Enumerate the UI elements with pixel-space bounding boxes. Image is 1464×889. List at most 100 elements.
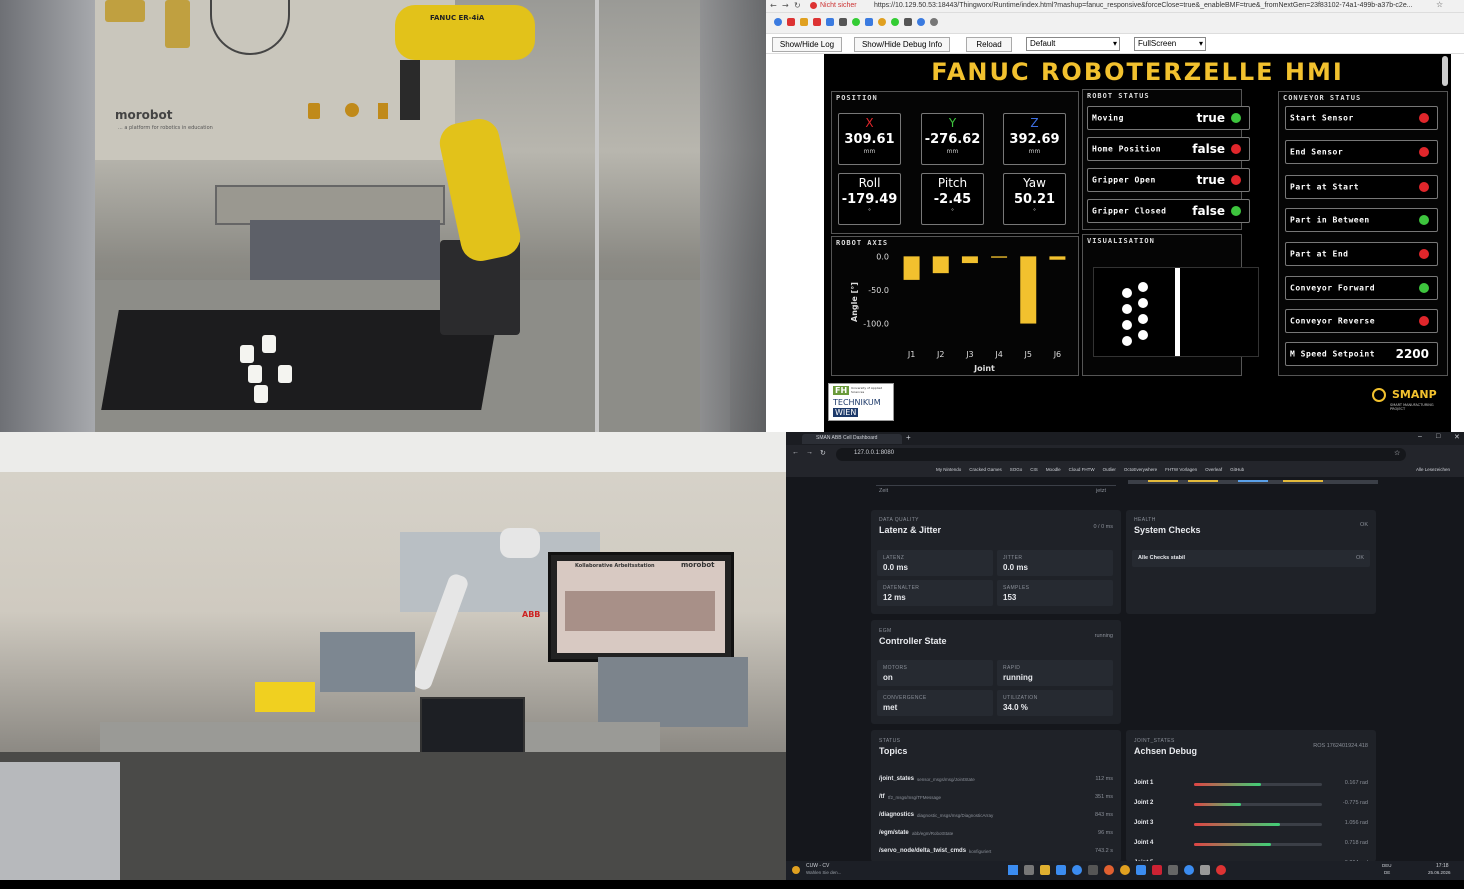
bookmark-item[interactable]: Moodle — [1046, 467, 1061, 475]
core-features-icon — [308, 103, 320, 119]
taskbar-app-icon[interactable] — [792, 866, 800, 874]
back-icon[interactable]: ← — [792, 449, 799, 456]
back-icon[interactable]: ← — [770, 1, 777, 10]
lab-camera-view: ABB Kollaborative Arbeitsstation morobot — [0, 432, 786, 880]
extension-icon[interactable] — [839, 18, 847, 26]
edge-icon[interactable] — [1072, 865, 1082, 875]
poster-icons — [300, 103, 410, 128]
show-debug-button[interactable]: Show/Hide Debug Info — [854, 37, 950, 52]
part-cylinder — [248, 365, 262, 383]
fullscreen-select[interactable]: FullScreen ▾ — [1134, 37, 1206, 51]
status-indicator-icon — [1419, 215, 1429, 225]
robot-axis-chart: 0.0 -50.0 -100.0 J1 J2 J3 J4 J5 J6 Joint Angle [°] — [850, 252, 1066, 373]
firefox-icon[interactable] — [1104, 865, 1114, 875]
maximize-icon[interactable]: □ — [1436, 433, 1440, 440]
refresh-icon[interactable]: ↻ — [820, 449, 826, 457]
not-secure-icon — [810, 2, 817, 9]
status-strip-segment — [1283, 480, 1323, 482]
extension-icon[interactable] — [930, 18, 938, 26]
forward-icon[interactable]: → — [806, 449, 813, 456]
tab-title: SMAN ABB Cell Dashboard — [816, 435, 878, 441]
bookmark-item[interactable]: OctoEverywhere — [1124, 467, 1157, 475]
position-tile: Yaw 50.21 ° — [1003, 173, 1066, 225]
extension-icon[interactable] — [787, 18, 795, 26]
refresh-icon[interactable]: ↻ — [794, 1, 801, 10]
taskbar-app-title[interactable]: CUW - CV — [806, 863, 829, 869]
minimize-icon[interactable]: – — [1418, 433, 1422, 440]
metric-tile: SAMPLES 153 — [997, 580, 1113, 606]
app-icon[interactable] — [1152, 865, 1162, 875]
extension-icon[interactable] — [826, 18, 834, 26]
extension-icon[interactable] — [904, 18, 912, 26]
app-icon[interactable] — [1184, 865, 1194, 875]
conveyor-status-row: Conveyor Forward — [1285, 276, 1438, 300]
part-dot — [1122, 304, 1132, 314]
new-tab-icon[interactable]: + — [906, 433, 911, 442]
chrome-icon[interactable] — [1120, 865, 1130, 875]
bookmark-item[interactable]: Outlier — [1103, 467, 1116, 475]
language-indicator[interactable]: DEU — [1382, 863, 1392, 868]
position-tile: Z 392.69 mm — [1003, 113, 1066, 165]
bookmark-item[interactable]: SOGo — [1010, 467, 1023, 475]
app-icon[interactable] — [1216, 865, 1226, 875]
bookmark-item[interactable]: Overleaf — [1205, 467, 1222, 475]
joint-row: Joint 2 -0.775 rad — [1134, 798, 1368, 810]
clock-time[interactable]: 17:18 — [1436, 863, 1449, 869]
show-log-button[interactable]: Show/Hide Log — [772, 37, 842, 52]
health-title: System Checks — [1134, 525, 1201, 535]
tab-dashboard[interactable]: SMAN ABB Cell Dashboard — [802, 434, 902, 444]
bookmark-item[interactable]: CIS — [1030, 467, 1038, 475]
extension-icon[interactable] — [774, 18, 782, 26]
wall-robot-mid — [165, 0, 190, 48]
bookmark-item[interactable]: Cracked Games — [969, 467, 1002, 475]
hmi-scrollbar[interactable] — [1442, 56, 1448, 86]
mode-select[interactable]: Default ▾ — [1026, 37, 1120, 51]
position-tile-value: 392.69 — [1009, 132, 1060, 147]
star-icon[interactable]: ☆ — [1394, 449, 1400, 457]
extension-icon[interactable] — [878, 18, 886, 26]
task-view-icon[interactable] — [1024, 865, 1034, 875]
position-tile-unit: ° — [868, 208, 871, 215]
extension-icon[interactable] — [813, 18, 821, 26]
app-icon[interactable] — [1168, 865, 1178, 875]
bookmark-item[interactable]: FHTW Vorlagen — [1165, 467, 1197, 475]
forward-icon[interactable]: → — [782, 1, 789, 10]
address-bar[interactable]: https://10.129.50.53:18443/Thingworx/Run… — [874, 0, 1434, 12]
start-icon[interactable] — [1008, 865, 1018, 875]
metric-label: DATENALTER — [883, 585, 920, 591]
conveyor-status-row: Part at End — [1285, 242, 1438, 266]
language-indicator-2: DE — [1384, 870, 1391, 875]
bookmark-item[interactable]: Cloud FHTW — [1069, 467, 1095, 475]
extension-icon[interactable] — [891, 18, 899, 26]
conveyor-status-row: Conveyor Reverse — [1285, 309, 1438, 333]
close-icon[interactable]: ✕ — [1454, 433, 1460, 441]
fh-logo-line2: TECHNIKUM — [833, 398, 881, 407]
bookmark-item[interactable]: GitHub — [1230, 467, 1244, 475]
dashboard-url-field[interactable]: 127.0.0.1:8080 — [836, 448, 1406, 461]
extension-icon[interactable] — [800, 18, 808, 26]
extension-icon[interactable] — [852, 18, 860, 26]
conveyor-status-panel: CONVEYOR STATUS Start Sensor End Sensor Pa… — [1278, 91, 1448, 376]
joint-bar — [903, 256, 920, 280]
star-icon[interactable]: ☆ — [1436, 0, 1443, 9]
vscode-icon[interactable] — [1136, 865, 1146, 875]
extension-icon[interactable] — [917, 18, 925, 26]
app-icon[interactable] — [1200, 865, 1210, 875]
extension-icon[interactable] — [865, 18, 873, 26]
fh-technikum-logo: FH University of Applied Sciences TECHNI… — [828, 383, 894, 421]
app-icon[interactable] — [1088, 865, 1098, 875]
app-icon[interactable] — [1056, 865, 1066, 875]
joint-bar — [961, 256, 978, 264]
explorer-icon[interactable] — [1040, 865, 1050, 875]
metric-label: UTILIZATION — [1003, 695, 1038, 701]
glass-frame-left — [0, 0, 95, 432]
robot-status-label: Home Position — [1092, 144, 1162, 154]
topic-type: diagnostic_msgs/msg/DiagnosticArray — [917, 813, 994, 818]
topic-row: /joint_states sensor_msgs/msg/JointState 1… — [879, 774, 1113, 786]
all-bookmarks[interactable]: Alle Lesezeichen — [1416, 467, 1450, 472]
crate-stack — [320, 632, 415, 692]
position-tile-label: X — [865, 116, 874, 130]
bookmark-item[interactable]: My Nintendo — [936, 467, 961, 475]
robot-status-value: true — [1196, 173, 1225, 187]
reload-button[interactable]: Reload — [966, 37, 1012, 52]
